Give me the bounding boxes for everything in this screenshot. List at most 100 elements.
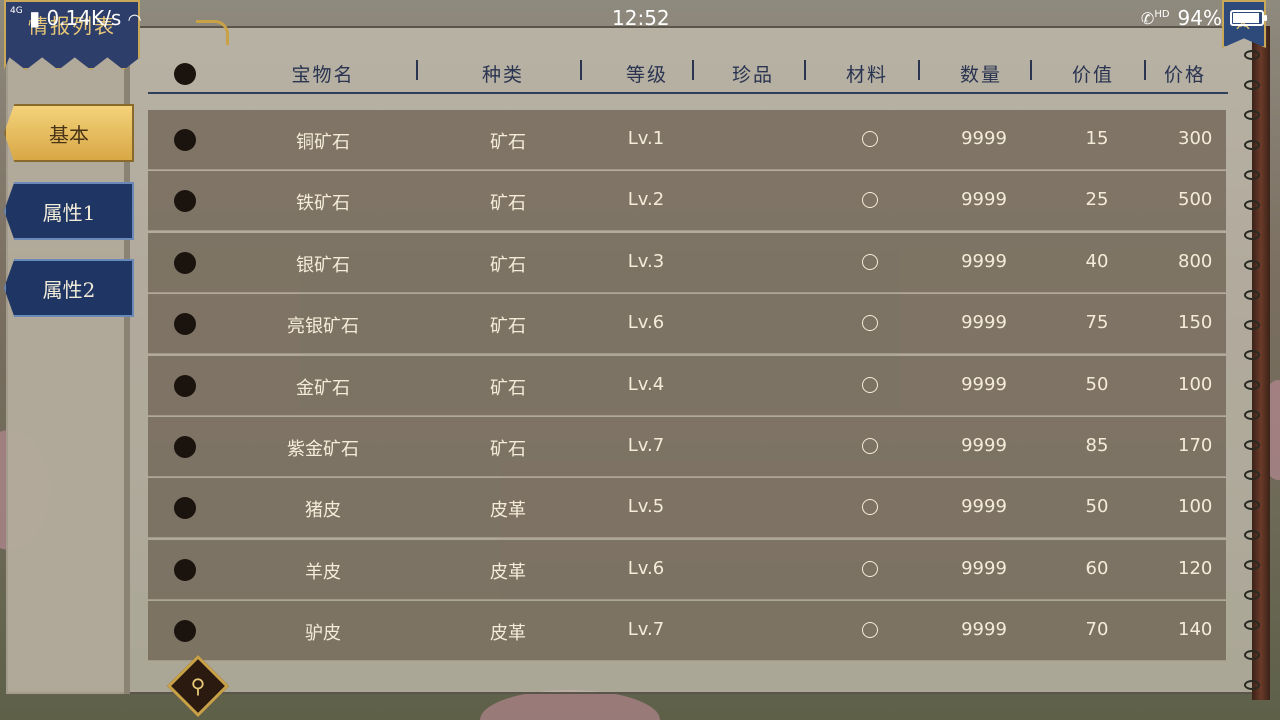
row-quantity: 9999 xyxy=(961,128,1007,149)
row-select-radio[interactable] xyxy=(174,436,196,458)
material-circle-icon xyxy=(862,315,878,332)
row-quantity: 9999 xyxy=(961,496,1007,518)
header-divider xyxy=(580,60,582,80)
material-circle-icon xyxy=(862,438,878,454)
row-type: 皮革 xyxy=(490,623,526,645)
battery-fill xyxy=(1233,13,1259,23)
col-header-material[interactable]: 材料 xyxy=(822,60,912,87)
tab-label: 属性1 xyxy=(42,200,96,225)
row-select-radio[interactable] xyxy=(174,190,196,213)
table-row[interactable]: 亮银矿石 矿石 Lv.6 9999 75 150 xyxy=(148,294,1226,355)
table-row[interactable]: 金矿石 矿石 Lv.4 9999 50 100 xyxy=(148,355,1226,416)
row-quantity: 9999 xyxy=(961,435,1007,456)
network-speed: 0.14K/s xyxy=(46,6,122,30)
binding-coil xyxy=(1244,620,1260,630)
row-type: 皮革 xyxy=(490,561,526,583)
col-header-value[interactable]: 价值 xyxy=(1048,60,1138,87)
row-level: Lv.6 xyxy=(627,312,665,334)
row-select-radio[interactable] xyxy=(174,313,196,336)
col-header-type[interactable]: 种类 xyxy=(458,60,548,87)
status-right: ✆HD 94% xyxy=(1141,6,1267,30)
binding-coil xyxy=(1244,50,1260,60)
header-divider xyxy=(804,60,806,80)
binding-coil xyxy=(1244,410,1260,420)
material-circle-icon xyxy=(862,622,878,639)
binding-coil xyxy=(1244,320,1260,330)
material-circle-icon xyxy=(862,131,878,147)
row-type: 矿石 xyxy=(490,316,526,338)
row-level: Lv.3 xyxy=(627,250,665,272)
row-quantity: 9999 xyxy=(961,312,1007,334)
material-circle-icon xyxy=(862,499,878,516)
col-header-price[interactable]: 价格 xyxy=(1164,60,1228,87)
table-row[interactable]: 铁矿石 矿石 Lv.2 9999 25 500 xyxy=(148,171,1226,232)
tab-label: 属性2 xyxy=(42,277,96,302)
tab-attribute-2[interactable]: 属性2 xyxy=(4,259,134,317)
row-value: 40 xyxy=(1085,250,1109,272)
table-row[interactable]: 羊皮 皮革 Lv.6 9999 60 120 xyxy=(148,539,1226,600)
binding-coil xyxy=(1244,290,1260,300)
row-level: Lv.2 xyxy=(627,189,665,211)
row-price: 800 xyxy=(1178,250,1213,272)
binding-coil xyxy=(1244,530,1260,540)
table-row[interactable]: 银矿石 矿石 Lv.3 9999 40 800 xyxy=(148,232,1226,293)
wifi-icon: ◠ xyxy=(127,10,142,29)
table-row[interactable]: 紫金矿石 矿石 Lv.7 9999 85 170 xyxy=(148,417,1226,477)
row-select-radio[interactable] xyxy=(174,620,196,643)
binding-coil xyxy=(1244,110,1260,120)
col-header-name[interactable]: 宝物名 xyxy=(268,60,378,87)
header-divider xyxy=(692,60,694,80)
col-header-level[interactable]: 等级 xyxy=(602,60,692,87)
row-quantity: 9999 xyxy=(961,189,1007,211)
material-circle-icon xyxy=(862,192,878,209)
row-quantity: 9999 xyxy=(961,619,1007,641)
header-divider xyxy=(918,60,920,80)
magnifier-icon: ⚲ xyxy=(190,674,206,698)
binding-coil xyxy=(1244,680,1260,690)
header-divider xyxy=(1144,60,1146,80)
row-value: 50 xyxy=(1085,496,1109,518)
signal-icon: ▮ xyxy=(29,6,41,30)
battery-icon xyxy=(1230,10,1267,26)
col-header-quantity[interactable]: 数量 xyxy=(936,60,1026,87)
table-row[interactable]: 驴皮 皮革 Lv.7 9999 70 140 xyxy=(148,601,1226,662)
tab-basic[interactable]: 基本 xyxy=(4,104,134,162)
status-bar: 4G ▮ 0.14K/s ◠ 12:52 ✆HD 94% xyxy=(0,0,1280,34)
row-name: 铜矿石 xyxy=(296,132,350,153)
row-value: 50 xyxy=(1085,373,1109,395)
row-name: 亮银矿石 xyxy=(287,316,359,338)
row-select-radio[interactable] xyxy=(174,497,196,520)
row-select-radio[interactable] xyxy=(174,558,196,581)
battery-percent: 94% xyxy=(1177,6,1222,30)
row-select-radio[interactable] xyxy=(174,129,196,151)
tab-attribute-1[interactable]: 属性1 xyxy=(4,182,134,240)
binding-coil xyxy=(1244,170,1260,180)
header-divider xyxy=(416,60,418,80)
binding-coil xyxy=(1244,260,1260,270)
row-level: Lv.1 xyxy=(627,128,665,149)
row-select-radio[interactable] xyxy=(174,251,196,274)
binding-coil xyxy=(1244,80,1260,90)
item-table: 铜矿石 矿石 Lv.1 9999 15 300 铁矿石 矿石 Lv.2 9999 25 500 银矿石矿… xyxy=(148,110,1226,676)
row-name: 羊皮 xyxy=(305,561,341,583)
binding-coil xyxy=(1244,650,1260,660)
row-level: Lv.4 xyxy=(627,373,665,395)
row-type: 矿石 xyxy=(490,377,526,399)
row-name: 金矿石 xyxy=(296,377,350,399)
row-value: 25 xyxy=(1085,189,1109,211)
table-row[interactable]: 铜矿石 矿石 Lv.1 9999 15 300 xyxy=(148,110,1226,170)
row-value: 75 xyxy=(1085,312,1109,334)
row-price: 170 xyxy=(1178,435,1213,456)
row-level: Lv.6 xyxy=(627,557,665,579)
col-header-treasure[interactable]: 珍品 xyxy=(708,60,798,87)
binding-coil xyxy=(1244,140,1260,150)
header-divider xyxy=(1030,60,1032,80)
row-select-radio[interactable] xyxy=(174,374,196,397)
row-name: 猪皮 xyxy=(305,500,341,522)
binding-coil xyxy=(1244,560,1260,570)
network-status: 4G ▮ 0.14K/s ◠ xyxy=(10,6,142,30)
row-quantity: 9999 xyxy=(961,373,1007,395)
row-level: Lv.5 xyxy=(627,496,665,518)
table-row[interactable]: 猪皮 皮革 Lv.5 9999 50 100 xyxy=(148,478,1226,539)
binding-coil xyxy=(1244,440,1260,450)
